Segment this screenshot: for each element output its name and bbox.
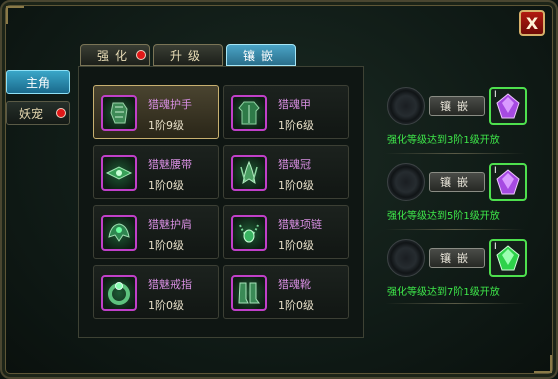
- gem-tier-label: I: [494, 242, 497, 252]
- empty-socket-icon: [387, 239, 425, 277]
- gem-slot[interactable]: I: [489, 87, 527, 125]
- green-gem-icon: [496, 245, 520, 271]
- item-level: 1阶0级: [278, 179, 314, 192]
- item-name: 猎魂冠: [278, 158, 311, 171]
- item-level: 1阶6级: [278, 119, 314, 132]
- item-name: 猎魂靴: [278, 278, 311, 291]
- necklace-icon: [231, 215, 267, 251]
- item-level: 1阶0级: [148, 299, 184, 312]
- item-level: 1阶0级: [278, 299, 314, 312]
- tab-upgrade[interactable]: 升级: [153, 44, 223, 66]
- item-name: 猎魅护肩: [148, 218, 192, 231]
- item-name: 猎魂护手: [148, 98, 192, 111]
- gauntlet-icon: [101, 95, 137, 131]
- equipment-slot-shoulder[interactable]: 猎魅护肩 1阶0级: [93, 205, 219, 259]
- armor-icon: [231, 95, 267, 131]
- tab-inlay[interactable]: 镶嵌: [226, 44, 296, 66]
- equipment-slot-crown[interactable]: 猎魂冠 1阶0级: [223, 145, 349, 199]
- item-level: 1阶0级: [148, 179, 184, 192]
- frame-corner-ornament: [6, 6, 24, 24]
- empty-socket-icon: [387, 163, 425, 201]
- item-name: 猎魂甲: [278, 98, 311, 111]
- gem-socket-row: 镶嵌 I 强化等级达到7阶1级开放: [385, 239, 527, 311]
- unlock-requirement: 强化等级达到5阶1级开放: [387, 211, 500, 222]
- gem-slot[interactable]: I: [489, 163, 527, 201]
- equipment-panel: 猎魂护手 1阶9级 猎魂甲 1阶6级 猎魅腰带 1阶0级 猎魂冠 1阶0级 猎魅…: [78, 66, 364, 338]
- side-tab-pet[interactable]: 妖宠: [6, 101, 70, 125]
- gem-slot[interactable]: I: [489, 239, 527, 277]
- divider: [385, 153, 525, 154]
- alert-dot-icon: [136, 50, 146, 60]
- gem-socket-row: 镶嵌 I 强化等级达到5阶1级开放: [385, 163, 527, 235]
- item-level: 1阶9级: [148, 119, 184, 132]
- side-tab-label: 主角: [25, 75, 50, 90]
- equipment-slot-armor[interactable]: 猎魂甲 1阶6级: [223, 85, 349, 139]
- side-tab-hero[interactable]: 主角: [6, 70, 70, 94]
- unlock-requirement: 强化等级达到7阶1级开放: [387, 287, 500, 298]
- tab-enhance[interactable]: 强化: [80, 44, 150, 66]
- equipment-slot-boots[interactable]: 猎魂靴 1阶0级: [223, 265, 349, 319]
- equipment-slot-gauntlet[interactable]: 猎魂护手 1阶9级: [93, 85, 219, 139]
- alert-dot-icon: [56, 108, 66, 118]
- crown-icon: [231, 155, 267, 191]
- gem-tier-label: I: [494, 90, 497, 100]
- purple-gem-icon: [496, 93, 520, 119]
- frame-corner-ornament: [534, 355, 552, 373]
- item-name: 猎魅腰带: [148, 158, 192, 171]
- divider: [385, 229, 525, 230]
- boots-icon: [231, 275, 267, 311]
- item-name: 猎魅戒指: [148, 278, 192, 291]
- inlay-button[interactable]: 镶嵌: [429, 248, 485, 268]
- purple-gem-icon: [496, 169, 520, 195]
- unlock-requirement: 强化等级达到3阶1级开放: [387, 135, 500, 146]
- close-button[interactable]: X: [519, 10, 545, 36]
- tab-label: 升级: [169, 48, 206, 63]
- empty-socket-icon: [387, 87, 425, 125]
- ring-icon: [101, 275, 137, 311]
- item-level: 1阶0级: [148, 239, 184, 252]
- belt-icon: [101, 155, 137, 191]
- tab-label: 强化: [96, 48, 133, 63]
- divider: [385, 303, 525, 304]
- equipment-slot-belt[interactable]: 猎魅腰带 1阶0级: [93, 145, 219, 199]
- gem-tier-label: I: [494, 166, 497, 176]
- inlay-button[interactable]: 镶嵌: [429, 172, 485, 192]
- item-name: 猎魅项链: [278, 218, 322, 231]
- gem-socket-row: 镶嵌 I 强化等级达到3阶1级开放: [385, 87, 527, 159]
- tab-label: 镶嵌: [242, 48, 279, 63]
- item-level: 1阶0级: [278, 239, 314, 252]
- side-tab-label: 妖宠: [19, 106, 44, 121]
- equipment-slot-ring[interactable]: 猎魅戒指 1阶0级: [93, 265, 219, 319]
- inlay-button[interactable]: 镶嵌: [429, 96, 485, 116]
- equipment-slot-necklace[interactable]: 猎魅项链 1阶0级: [223, 205, 349, 259]
- shoulder-icon: [101, 215, 137, 251]
